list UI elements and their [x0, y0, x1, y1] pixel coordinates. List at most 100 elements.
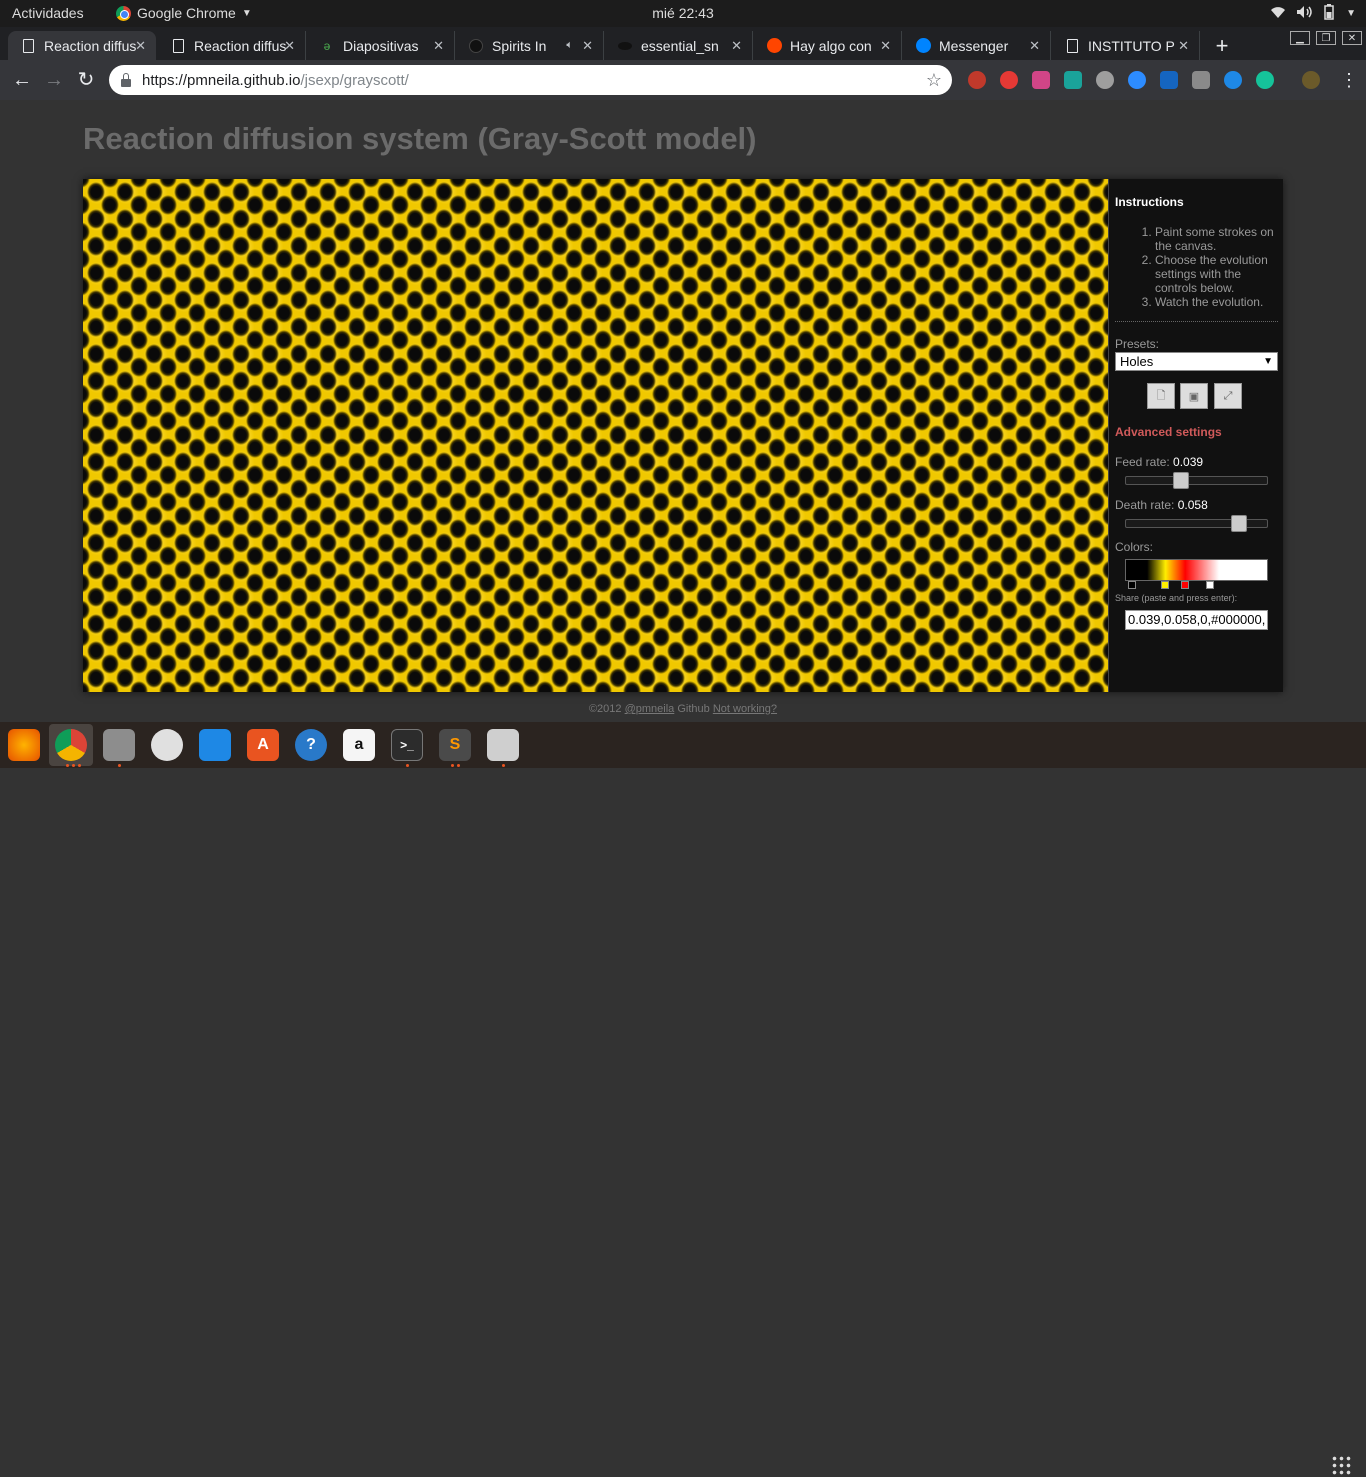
copyright: ©2012: [588, 703, 622, 715]
death-rate-slider[interactable]: [1125, 515, 1268, 532]
document-icon: [170, 38, 186, 54]
death-rate-slider-thumb[interactable]: [1230, 515, 1247, 532]
instagram-icon[interactable]: [1032, 71, 1050, 89]
tab-label: Hay algo con: [790, 37, 872, 54]
battery-icon: [1322, 4, 1336, 23]
instruction-step: Watch the evolution.: [1155, 295, 1279, 309]
tab-messenger[interactable]: Messenger ✕: [903, 31, 1051, 60]
clock[interactable]: mié 22:43: [652, 5, 713, 21]
restore-icon[interactable]: ❐: [1316, 31, 1336, 45]
tab-essential-sn[interactable]: essential_sn ✕: [605, 31, 753, 60]
dropdown-arrow-icon: ▼: [1263, 356, 1273, 367]
close-tab-icon[interactable]: ✕: [1029, 38, 1040, 54]
advanced-settings-toggle[interactable]: Advanced settings: [1115, 425, 1222, 439]
system-menu-chevron-icon: ▼: [1346, 8, 1356, 19]
rhythmbox-icon[interactable]: [151, 729, 183, 761]
close-tab-icon[interactable]: ✕: [1178, 38, 1189, 54]
running-indicator: [451, 764, 454, 767]
extension-4-icon[interactable]: [1064, 71, 1082, 89]
tab-spirits-in[interactable]: Spirits In 🔈︎ ✕: [456, 31, 604, 60]
close-tab-icon[interactable]: ✕: [135, 38, 146, 54]
controls-panel: Instructions Paint some strokes on the c…: [1108, 179, 1283, 692]
app-menu[interactable]: Google Chrome ▼: [116, 5, 252, 21]
grammarly-icon[interactable]: [1256, 71, 1274, 89]
back-arrow-icon[interactable]: ←: [10, 68, 34, 92]
chrome-menu-icon[interactable]: ⋮: [1340, 70, 1358, 91]
share-label: Share (paste and press enter):: [1115, 593, 1238, 603]
adblock-icon[interactable]: [1000, 71, 1018, 89]
tab-hay-algo-con[interactable]: Hay algo con ✕: [754, 31, 902, 60]
essential-icon: [617, 38, 633, 54]
chrome-icon: [116, 5, 131, 21]
close-window-icon[interactable]: ✕: [1342, 31, 1362, 45]
divider: [1115, 321, 1278, 322]
new-tab-plus-icon[interactable]: +: [1210, 33, 1234, 59]
clear-file-button[interactable]: 🗋︎: [1147, 383, 1175, 409]
extension-diamond-icon[interactable]: [1224, 71, 1242, 89]
document-icon: [1064, 38, 1080, 54]
amazon-icon[interactable]: a: [343, 729, 375, 761]
help-icon[interactable]: ?: [295, 729, 327, 761]
address-bar[interactable]: https://pmneila.github.io/jsexp/grayscot…: [109, 65, 952, 95]
running-indicator: [78, 764, 81, 767]
share-input[interactable]: 0.039,0.058,0,#000000,: [1125, 610, 1268, 630]
color-stop-handle[interactable]: [1128, 581, 1136, 589]
extension-8-icon[interactable]: [1192, 71, 1210, 89]
app-menu-label: Google Chrome: [137, 5, 236, 21]
terminal-icon[interactable]: >_: [391, 729, 423, 761]
tab-instituto[interactable]: INSTITUTO P ✕: [1052, 31, 1200, 60]
close-tab-icon[interactable]: ✕: [582, 38, 593, 54]
tab-label: essential_sn: [641, 37, 719, 54]
fullscreen-button[interactable]: ⤢: [1214, 383, 1242, 409]
author-link[interactable]: @pmneila: [625, 703, 675, 715]
audio-playing-icon[interactable]: 🔈︎: [566, 39, 573, 52]
extension-5-icon[interactable]: [1096, 71, 1114, 89]
presets-select[interactable]: Holes ▼: [1115, 352, 1278, 371]
profile-avatar[interactable]: [1302, 71, 1320, 89]
extension-m-icon[interactable]: [1160, 71, 1178, 89]
extension-1-icon[interactable]: [968, 71, 986, 89]
death-rate-label: Death rate:: [1115, 498, 1175, 512]
tab-reaction-diffusion-2[interactable]: Reaction diffusion ✕: [158, 31, 306, 60]
lock-icon[interactable]: [121, 72, 131, 87]
not-working-link[interactable]: Not working?: [713, 703, 777, 715]
chrome-dock-icon[interactable]: [55, 729, 87, 761]
writer-icon[interactable]: [199, 729, 231, 761]
system-tray[interactable]: ▼: [1270, 4, 1356, 23]
close-tab-icon[interactable]: ✕: [731, 38, 742, 54]
simulation-canvas[interactable]: [83, 179, 1108, 692]
tab-label: Reaction diffusion: [44, 37, 136, 54]
close-tab-icon[interactable]: ✕: [880, 38, 891, 54]
colors-label: Colors:: [1115, 540, 1154, 554]
close-tab-icon[interactable]: ✕: [433, 38, 444, 54]
bookmark-star-icon[interactable]: ☆: [926, 70, 942, 91]
files-icon[interactable]: [103, 729, 135, 761]
zoom-icon[interactable]: [1128, 71, 1146, 89]
instruction-step: Choose the evolution settings with the c…: [1155, 253, 1279, 295]
death-rate-value: 0.058: [1177, 498, 1208, 512]
tab-diapositivas[interactable]: ə Diapositivas ✕: [307, 31, 455, 60]
feed-rate-slider[interactable]: [1125, 472, 1268, 489]
tab-label: Reaction diffusion: [194, 37, 286, 54]
color-gradient-editor[interactable]: [1125, 559, 1268, 581]
footer: ©2012 @pmneila Github Not working?: [0, 703, 1366, 715]
feed-rate-slider-thumb[interactable]: [1172, 472, 1189, 489]
minimize-icon[interactable]: ▁: [1290, 31, 1310, 45]
github-link[interactable]: Github: [677, 703, 709, 715]
software-center-icon[interactable]: A: [247, 729, 279, 761]
color-stop-handle[interactable]: [1181, 581, 1189, 589]
forward-arrow-icon[interactable]: →: [42, 68, 66, 92]
activities-button[interactable]: Actividades: [12, 5, 84, 21]
running-indicator: [72, 764, 75, 767]
close-tab-icon[interactable]: ✕: [284, 38, 295, 54]
color-stop-handle[interactable]: [1206, 581, 1214, 589]
color-stop-handle[interactable]: [1161, 581, 1169, 589]
presets-label: Presets:: [1115, 337, 1160, 351]
screenshot-tool-icon[interactable]: [487, 729, 519, 761]
sublime-text-icon[interactable]: S: [439, 729, 471, 761]
snapshot-button[interactable]: ▣: [1180, 383, 1208, 409]
reload-icon[interactable]: ↻: [74, 68, 98, 92]
firefox-icon[interactable]: [8, 729, 40, 761]
tab-reaction-diffusion-1[interactable]: Reaction diffusion ✕: [8, 31, 156, 60]
show-applications-icon[interactable]: [1331, 1455, 1353, 1477]
